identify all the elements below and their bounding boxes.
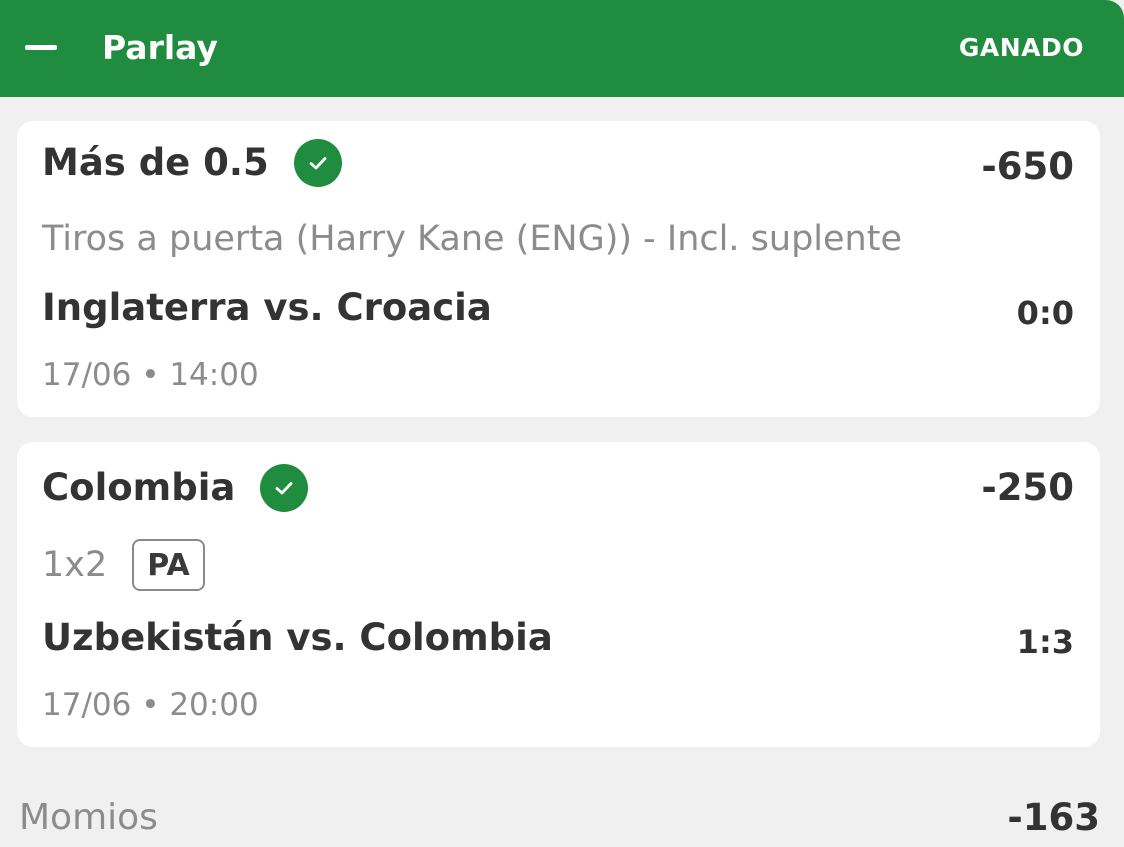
market-name: Tiros a puerta (Harry Kane (ENG)) - Incl… xyxy=(42,219,902,259)
selection-header: Colombia xyxy=(42,464,309,512)
match-name: Uzbekistán vs. Colombia xyxy=(42,616,553,659)
selection-odds: -250 xyxy=(981,466,1074,509)
parlay-header[interactable]: Parlay GANADO xyxy=(0,0,1124,97)
selection-name: Colombia xyxy=(42,466,236,509)
check-circle-icon xyxy=(293,139,342,187)
market-name: 1x2 xyxy=(42,545,108,585)
market-row: 1x2 PA xyxy=(42,539,205,591)
match-datetime: 17/06 • 20:00 xyxy=(42,687,259,723)
header-title: Parlay xyxy=(102,28,218,67)
check-circle-icon xyxy=(260,464,309,512)
selection-card[interactable]: Colombia -250 1x2 PA Uzbekistán vs. Colo… xyxy=(17,442,1100,747)
match-datetime: 17/06 • 14:00 xyxy=(42,357,259,393)
match-score: 0:0 xyxy=(1016,294,1074,332)
match-name: Inglaterra vs. Croacia xyxy=(42,286,492,329)
bet-status: GANADO xyxy=(958,33,1084,62)
match-score: 1:3 xyxy=(1016,623,1074,661)
minus-icon[interactable] xyxy=(25,45,57,50)
selection-name: Más de 0.5 xyxy=(42,141,269,184)
pa-badge: PA xyxy=(132,539,205,591)
selection-odds: -650 xyxy=(981,145,1074,188)
total-odds-value: -163 xyxy=(1007,796,1100,839)
total-odds-label: Momios xyxy=(19,797,158,838)
selection-header: Más de 0.5 xyxy=(42,139,342,187)
selection-card[interactable]: Más de 0.5 -650 Tiros a puerta (Harry Ka… xyxy=(17,121,1100,417)
